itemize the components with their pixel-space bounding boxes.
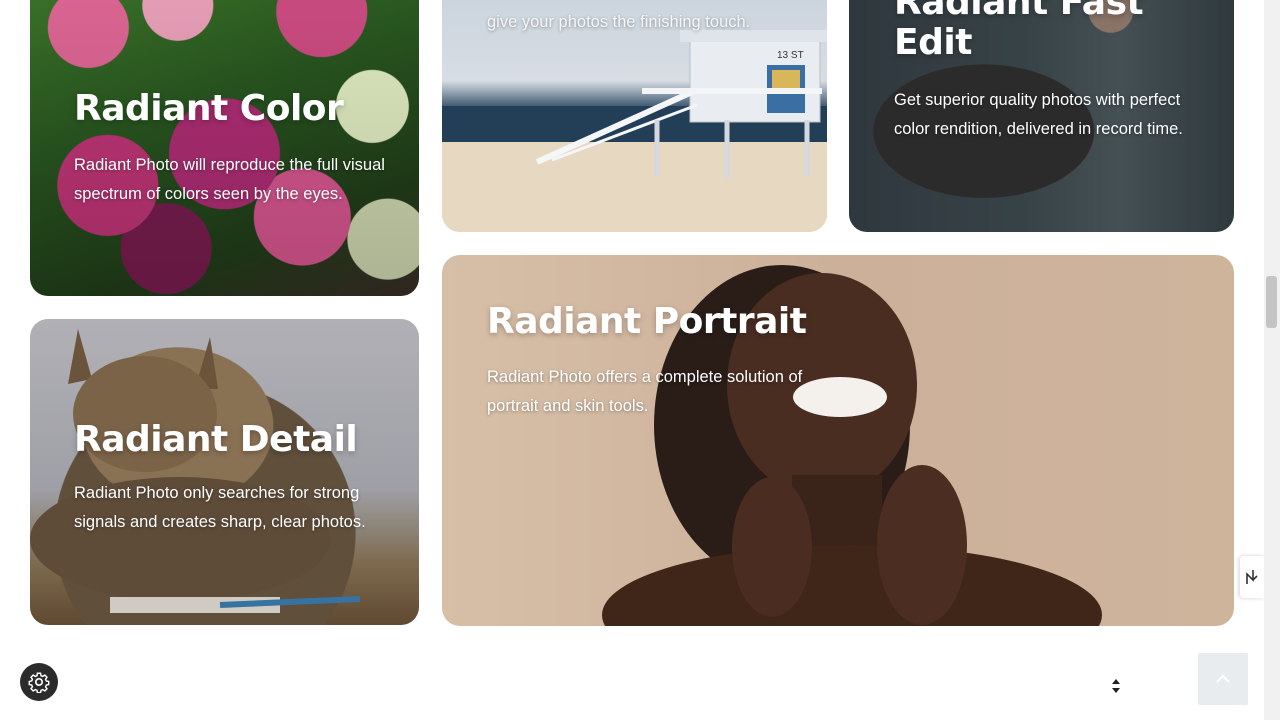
- card-title: Radiant Portrait: [487, 301, 807, 342]
- card-beach[interactable]: 13 ST give your photos the finishing tou…: [442, 0, 827, 232]
- chevron-up-icon: [1216, 674, 1230, 683]
- card-description: Radiant Photo only searches for strong s…: [74, 484, 366, 531]
- card-title-line-2: Edit: [894, 22, 972, 63]
- scroll-arrows-icon[interactable]: [1109, 677, 1123, 695]
- card-title: Radiant Detail: [74, 419, 358, 460]
- scrollbar-thumb[interactable]: [1266, 276, 1277, 328]
- settings-button[interactable]: [20, 663, 58, 701]
- card-title: Radiant Color: [74, 88, 344, 129]
- side-widget-tab[interactable]: [1240, 556, 1264, 598]
- card-radiant-portrait[interactable]: Radiant Portrait Radiant Photo offers a …: [442, 255, 1234, 626]
- tower-sign-text: 13 ST: [777, 50, 804, 61]
- card-title-line-1: Radiant Fast: [894, 0, 1144, 23]
- card-title: Radiant Fast Edit: [894, 0, 1144, 64]
- card-description: give your photos the finishing touch.: [487, 13, 751, 31]
- card-overlay: [30, 319, 419, 625]
- card-radiant-color[interactable]: Radiant Color Radiant Photo will reprodu…: [30, 0, 419, 296]
- card-radiant-fast-edit[interactable]: Radiant Fast Edit Get superior quality p…: [849, 0, 1234, 232]
- back-to-top-button[interactable]: [1198, 653, 1248, 705]
- card-description: Radiant Photo offers a complete solution…: [487, 368, 803, 415]
- page: Radiant Color Radiant Photo will reprodu…: [0, 0, 1264, 720]
- card-overlay: [30, 0, 419, 296]
- wave-icon: [1246, 570, 1258, 584]
- card-description: Get superior quality photos with perfect…: [894, 91, 1183, 138]
- card-description: Radiant Photo will reproduce the full vi…: [74, 156, 385, 203]
- card-radiant-detail[interactable]: Radiant Detail Radiant Photo only search…: [30, 319, 419, 625]
- gear-icon: [28, 672, 50, 693]
- page-scrollbar[interactable]: [1264, 0, 1280, 720]
